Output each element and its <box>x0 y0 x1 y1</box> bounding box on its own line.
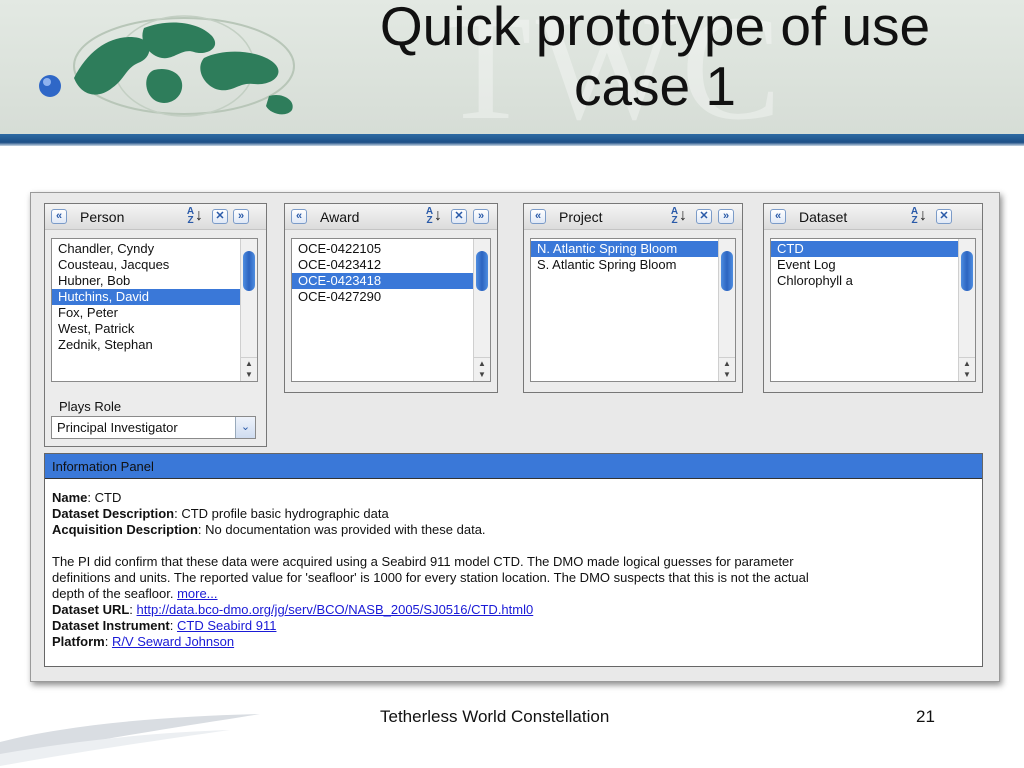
info-paragraph-line2: definitions and units. The reported valu… <box>52 570 809 585</box>
list-item[interactable]: West, Patrick <box>52 321 257 337</box>
list-item[interactable]: Hubner, Bob <box>52 273 257 289</box>
info-dataset-instrument-row: Dataset Instrument: CTD Seabird 911 <box>52 618 277 633</box>
footer-swoosh-decoration <box>0 714 260 766</box>
scroll-thumb[interactable] <box>961 251 973 291</box>
expand-right-icon[interactable]: » <box>718 209 734 224</box>
sort-az-icon[interactable]: A Z ↓ <box>910 207 930 227</box>
expand-right-icon[interactable]: » <box>473 209 489 224</box>
dataset-url-link[interactable]: http://data.bco-dmo.org/jg/serv/BCO/NASB… <box>137 602 534 617</box>
info-name-value: CTD <box>94 490 122 505</box>
collapse-left-icon[interactable]: « <box>770 209 786 224</box>
close-icon[interactable]: ✕ <box>212 209 228 224</box>
sort-az-icon[interactable]: A Z ↓ <box>670 207 690 227</box>
facet-award: « Award A Z ↓ ✕ » OCE-0422105 OCE-0423412 … <box>284 203 498 393</box>
dataset-instrument-link[interactable]: CTD Seabird 911 <box>177 618 276 633</box>
page-number: 21 <box>916 707 935 726</box>
close-icon[interactable]: ✕ <box>696 209 712 224</box>
faceted-browser-window: « Person A Z ↓ ✕ » Chandler, Cyndy Coustea… <box>30 192 1000 682</box>
scrollbar[interactable]: ▲ ▼ <box>240 239 257 381</box>
scroll-arrows-icon[interactable]: ▲ ▼ <box>241 357 257 381</box>
info-paragraph-line3-row: depth of the seafloor. more... <box>52 586 975 602</box>
slide-title-line2: case 1 <box>573 55 737 117</box>
plays-role-label: Plays Role <box>59 399 122 414</box>
list-item[interactable]: Zednik, Stephan <box>52 337 257 353</box>
scroll-thumb[interactable] <box>476 251 488 291</box>
info-dataset-description-row: Dataset Description: CTD profile basic h… <box>52 506 389 521</box>
list-item[interactable]: Fox, Peter <box>52 305 257 321</box>
scroll-thumb[interactable] <box>721 251 733 291</box>
scrollbar[interactable]: ▲ ▼ <box>473 239 490 381</box>
expand-right-icon[interactable]: » <box>233 209 249 224</box>
dataset-listbox[interactable]: CTD Event Log Chlorophyll a ▲ ▼ <box>770 238 976 382</box>
info-dataset-url-label: Dataset URL <box>52 602 130 617</box>
slide-title-line1: Quick prototype of use <box>379 0 931 57</box>
facet-project: « Project A Z ↓ ✕ » N. Atlantic Spring Blo… <box>523 203 743 393</box>
platform-link[interactable]: R/V Seward Johnson <box>112 634 234 649</box>
list-item[interactable]: OCE-0427290 <box>292 289 490 305</box>
information-panel: Information Panel Name: CTD Dataset Desc… <box>44 453 983 667</box>
slide-header: TWC Quick prototype of use case 1 <box>0 0 1024 134</box>
list-item[interactable]: OCE-0422105 <box>292 241 490 257</box>
list-item-selected[interactable]: CTD <box>771 241 975 257</box>
facet-award-header: « Award A Z ↓ ✕ » <box>285 204 497 230</box>
info-paragraph-line3: depth of the seafloor. <box>52 586 174 601</box>
info-acquisition-description-value: No documentation was provided with these… <box>205 522 486 537</box>
slide-title: Quick prototype of use case 1 <box>300 0 1010 116</box>
list-item[interactable]: Chlorophyll a <box>771 273 975 289</box>
info-paragraph-line1: The PI did confirm that these data were … <box>52 554 794 569</box>
close-icon[interactable]: ✕ <box>451 209 467 224</box>
more-link[interactable]: more... <box>177 586 217 601</box>
facet-project-title: Project <box>559 209 603 225</box>
plays-role-value: Principal Investigator <box>57 420 178 435</box>
close-icon[interactable]: ✕ <box>936 209 952 224</box>
person-listbox[interactable]: Chandler, Cyndy Cousteau, Jacques Hubner… <box>51 238 258 382</box>
facet-person-title: Person <box>80 209 125 225</box>
facet-person: « Person A Z ↓ ✕ » Chandler, Cyndy Coustea… <box>44 203 267 447</box>
info-acquisition-description-label: Acquisition Description <box>52 522 198 537</box>
facet-award-title: Award <box>320 209 360 225</box>
list-item[interactable]: S. Atlantic Spring Bloom <box>531 257 735 273</box>
globe-logo-icon <box>39 15 295 117</box>
info-acquisition-description-row: Acquisition Description: No documentatio… <box>52 522 486 537</box>
award-listbox[interactable]: OCE-0422105 OCE-0423412 OCE-0423418 OCE-… <box>291 238 491 382</box>
header-rule-divider <box>0 134 1024 146</box>
sort-az-icon[interactable]: A Z ↓ <box>186 207 206 227</box>
scroll-arrows-icon[interactable]: ▲ ▼ <box>719 357 735 381</box>
info-name-label: Name <box>52 490 88 505</box>
collapse-left-icon[interactable]: « <box>51 209 67 224</box>
collapse-left-icon[interactable]: « <box>530 209 546 224</box>
list-item-selected[interactable]: OCE-0423418 <box>292 273 490 289</box>
info-dataset-instrument-label: Dataset Instrument <box>52 618 170 633</box>
list-item-selected[interactable]: N. Atlantic Spring Bloom <box>531 241 735 257</box>
project-listbox[interactable]: N. Atlantic Spring Bloom S. Atlantic Spr… <box>530 238 736 382</box>
scroll-arrows-icon[interactable]: ▲ ▼ <box>959 357 975 381</box>
scrollbar[interactable]: ▲ ▼ <box>718 239 735 381</box>
info-dataset-description-label: Dataset Description <box>52 506 175 521</box>
facet-dataset-title: Dataset <box>799 209 848 225</box>
sort-az-icon[interactable]: A Z ↓ <box>425 207 445 227</box>
list-item[interactable]: Chandler, Cyndy <box>52 241 257 257</box>
facet-dataset: « Dataset A Z ↓ ✕ CTD Event Log Chlorophyl… <box>763 203 983 393</box>
info-name-row: Name: CTD <box>52 490 122 505</box>
list-item[interactable]: Cousteau, Jacques <box>52 257 257 273</box>
footer-text: Tetherless World Constellation <box>380 707 610 726</box>
facet-person-header: « Person A Z ↓ ✕ » <box>45 204 266 230</box>
info-platform-row: Platform: R/V Seward Johnson <box>52 634 235 649</box>
plays-role-select[interactable]: Principal Investigator ⌄ <box>51 416 256 439</box>
chevron-down-icon[interactable]: ⌄ <box>235 417 255 438</box>
information-panel-body: Name: CTD Dataset Description: CTD profi… <box>45 479 982 650</box>
scrollbar[interactable]: ▲ ▼ <box>958 239 975 381</box>
collapse-left-icon[interactable]: « <box>291 209 307 224</box>
scroll-thumb[interactable] <box>243 251 255 291</box>
list-item[interactable]: Event Log <box>771 257 975 273</box>
list-item[interactable]: OCE-0423412 <box>292 257 490 273</box>
info-dataset-description-value: CTD profile basic hydrographic data <box>181 506 389 521</box>
info-dataset-url-row: Dataset URL: http://data.bco-dmo.org/jg/… <box>52 602 534 617</box>
information-panel-title: Information Panel <box>45 454 982 479</box>
scroll-arrows-icon[interactable]: ▲ ▼ <box>474 357 490 381</box>
info-platform-label: Platform <box>52 634 105 649</box>
facet-project-header: « Project A Z ↓ ✕ » <box>524 204 742 230</box>
facet-dataset-header: « Dataset A Z ↓ ✕ <box>764 204 982 230</box>
list-item-selected[interactable]: Hutchins, David <box>52 289 257 305</box>
